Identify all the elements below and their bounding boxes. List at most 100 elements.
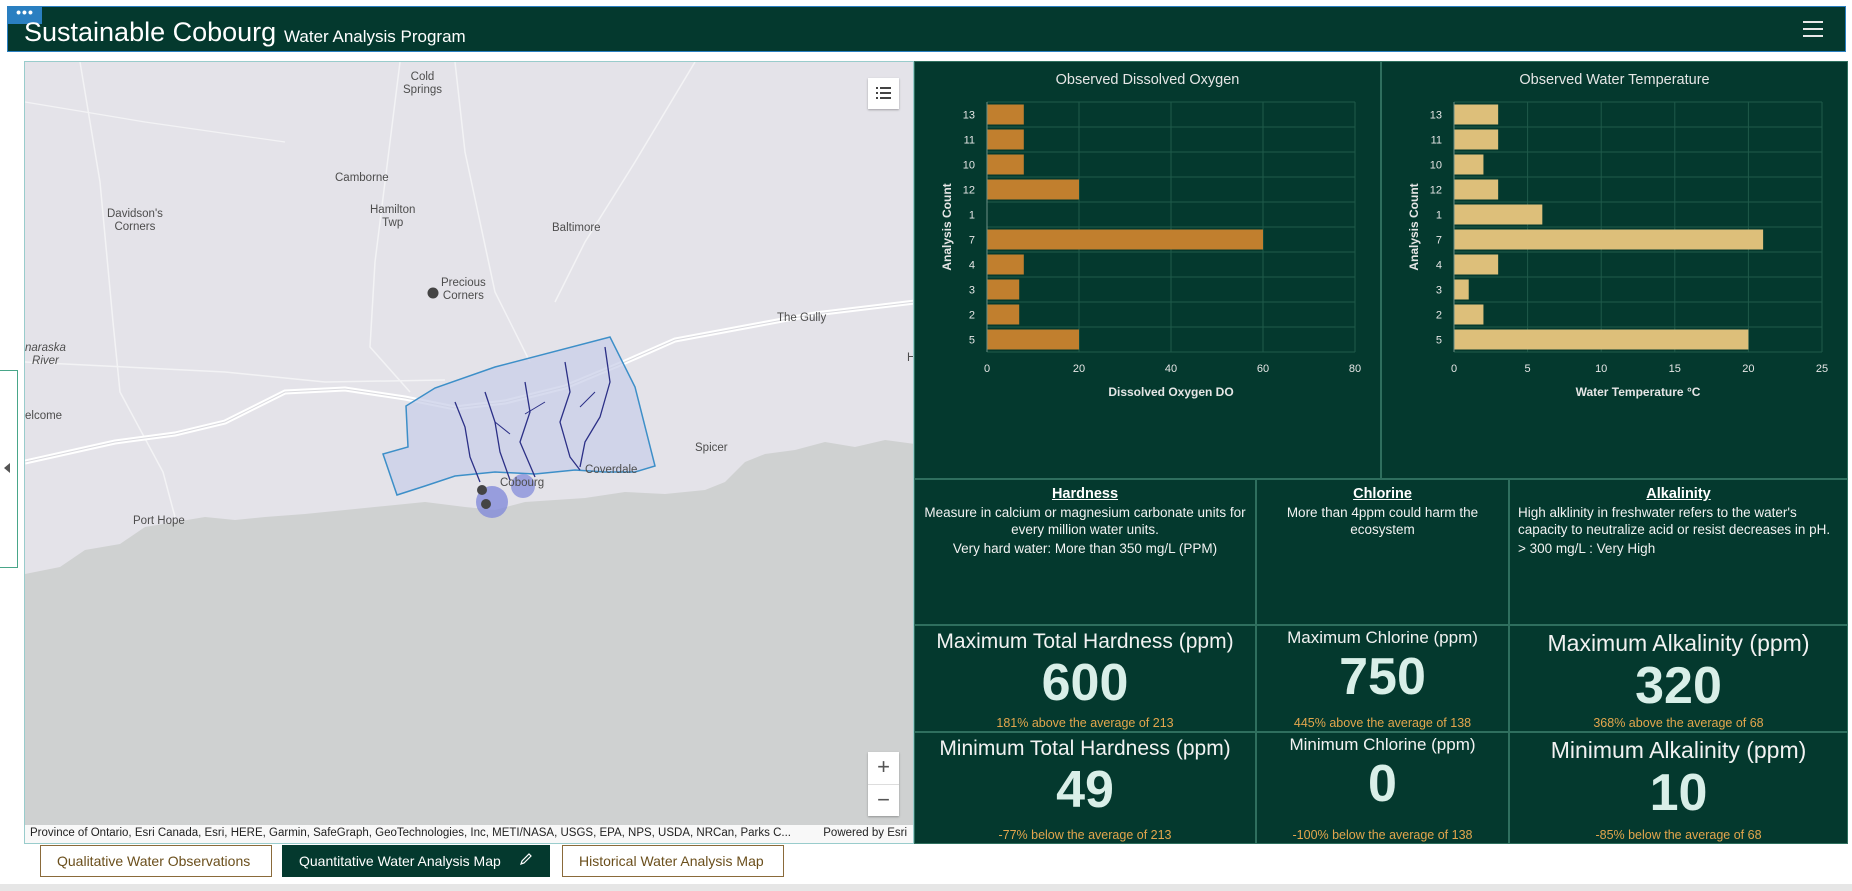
bar [987, 304, 1020, 325]
hardness-description: Measure in calcium or magnesium carbonat… [924, 505, 1246, 537]
y-tick-label: 7 [1436, 235, 1442, 247]
y-tick-label: 5 [969, 335, 975, 347]
chevron-left-icon [4, 463, 10, 473]
bar [1454, 129, 1499, 150]
bar [987, 279, 1020, 300]
y-axis-label: Analysis Count [1407, 183, 1421, 270]
bar [987, 104, 1024, 125]
kpi-subtext: -100% below the average of 138 [1292, 828, 1473, 842]
legend-list-icon[interactable] [868, 78, 899, 109]
temperature-bar-chart[interactable]: 0 5 10 15 20 2513111012174325Water Temperatur… [1382, 62, 1849, 480]
chlorine-info-panel: Chlorine More than 4ppm could harm the e… [1256, 479, 1509, 625]
place-marker [427, 287, 439, 299]
kpi-value: 750 [1339, 648, 1426, 706]
hardness-info-panel: Hardness Measure in calcium or magnesium… [914, 479, 1256, 625]
bottom-scrollbar[interactable] [0, 884, 1852, 891]
place-label: The Gully [777, 312, 827, 324]
kpi-title: Maximum Alkalinity (ppm) [1547, 630, 1810, 656]
kpi-subtext: 368% above the average of 68 [1593, 716, 1764, 730]
y-tick-label: 1 [969, 210, 975, 222]
oxygen-bar-chart[interactable]: 0 20 40 60 80 13 11 10 12 1 7 4 3 2 5 Dissolved Oxygen … [915, 62, 1382, 480]
kpi-value: 49 [1056, 761, 1114, 819]
sample-point[interactable] [477, 485, 487, 495]
y-tick-label: 4 [969, 260, 975, 272]
basemap [25, 62, 913, 843]
tab-qualitative-observations[interactable]: Qualitative Water Observations [40, 845, 272, 877]
place-label: Baltimore [552, 222, 601, 234]
tab-quantitative-analysis-map[interactable]: Quantitative Water Analysis Map [282, 845, 550, 877]
x-tick-label: 25 [1816, 363, 1828, 375]
x-tick-label: 15 [1669, 363, 1681, 375]
alkalinity-title: Alkalinity [1646, 486, 1711, 502]
bar [987, 154, 1024, 175]
y-tick-label: 11 [964, 135, 975, 147]
bar [1454, 304, 1484, 325]
dashboard-app: ••• Sustainable Cobourg Water Analysis P… [0, 0, 1852, 891]
pencil-icon[interactable] [519, 846, 533, 876]
max-chlorine-indicator[interactable]: Maximum Chlorine (ppm) 750 445% above th… [1256, 625, 1509, 732]
place-label: Davidson's Corners [107, 208, 163, 233]
bar [987, 329, 1079, 350]
hardness-title: Hardness [1051, 486, 1119, 502]
kpi-title: Minimum Total Hardness (ppm) [939, 737, 1231, 760]
zoom-out-button[interactable]: − [868, 784, 899, 816]
app-title: Sustainable Cobourg [24, 17, 277, 47]
powered-by-esri[interactable]: Powered by Esri [823, 827, 907, 839]
y-tick-label: 10 [963, 160, 975, 172]
map-view[interactable]: Cold Springs Camborne Davidson's Corners H… [24, 61, 914, 844]
y-tick-label: 4 [1436, 260, 1442, 272]
bar [987, 229, 1263, 250]
oxygen-chart-panel: Observed Dissolved Oxygen 0 20 40 60 80 13 11 1… [914, 61, 1381, 479]
bar [1454, 329, 1749, 350]
place-label: Port Hope [133, 515, 185, 527]
app-header: ••• Sustainable Cobourg Water Analysis P… [7, 5, 1846, 52]
y-tick-label: 3 [969, 285, 975, 297]
x-tick-label: 80 [1349, 363, 1361, 375]
bar [1454, 279, 1469, 300]
kpi-subtext: -77% below the average of 213 [998, 828, 1172, 842]
alkalinity-description: High alklinity in freshwater refers to t… [1518, 505, 1831, 537]
sample-point[interactable] [481, 499, 491, 509]
hamburger-icon[interactable] [1803, 21, 1823, 39]
bar [1454, 254, 1499, 275]
max-hardness-indicator[interactable]: Maximum Total Hardness (ppm) 600 181% ab… [914, 625, 1256, 732]
kpi-value: 0 [1368, 755, 1397, 813]
attribution-text[interactable]: Province of Ontario, Esri Canada, Esri, … [30, 827, 791, 839]
app-subtitle: Water Analysis Program [284, 27, 466, 46]
kpi-title: Maximum Chlorine (ppm) [1287, 628, 1478, 647]
map-attribution: Province of Ontario, Esri Canada, Esri, … [25, 825, 913, 843]
x-tick-label: 10 [1595, 363, 1607, 375]
bar [1454, 154, 1484, 175]
zoom-in-button[interactable]: + [868, 752, 899, 784]
bar [1454, 179, 1499, 200]
min-hardness-indicator[interactable]: Minimum Total Hardness (ppm) 49 -77% bel… [914, 732, 1256, 844]
y-tick-label: 2 [969, 310, 975, 322]
min-chlorine-indicator[interactable]: Minimum Chlorine (ppm) 0 -100% below the… [1256, 732, 1509, 844]
bar [987, 129, 1024, 150]
x-tick-label: 0 [984, 363, 990, 375]
place-label: elcome [25, 410, 63, 422]
lake-ontario [25, 440, 913, 843]
side-panel-toggle[interactable] [0, 370, 18, 568]
max-alkalinity-indicator[interactable]: Maximum Alkalinity (ppm) 320 368% above … [1509, 625, 1848, 732]
chlorine-description: More than 4ppm could harm the ecosystem [1286, 505, 1479, 537]
y-tick-label: 3 [1436, 285, 1442, 297]
place-label: Coverdale [585, 464, 638, 476]
zoom-control: + − [868, 752, 899, 816]
bar [987, 254, 1024, 275]
x-tick-label: 20 [1073, 363, 1085, 375]
y-tick-label: 12 [1430, 185, 1442, 197]
x-axis-label: Dissolved Oxygen DO [1108, 385, 1233, 399]
kpi-subtext: -85% below the average of 68 [1595, 828, 1762, 842]
y-tick-label: 5 [1436, 335, 1442, 347]
kpi-value: 10 [1649, 764, 1708, 822]
x-tick-label: 40 [1165, 363, 1177, 375]
min-alkalinity-indicator[interactable]: Minimum Alkalinity (ppm) 10 -85% below t… [1509, 732, 1848, 844]
tab-historical-analysis-map[interactable]: Historical Water Analysis Map [562, 845, 784, 877]
place-label: naraska River [25, 342, 66, 367]
x-axis-label: Water Temperature °C [1576, 385, 1701, 399]
kpi-value: 600 [1041, 654, 1129, 712]
place-label: Cold Springs [403, 71, 442, 96]
y-tick-label: 2 [1436, 310, 1442, 322]
kpi-subtext: 181% above the average of 213 [996, 716, 1174, 730]
